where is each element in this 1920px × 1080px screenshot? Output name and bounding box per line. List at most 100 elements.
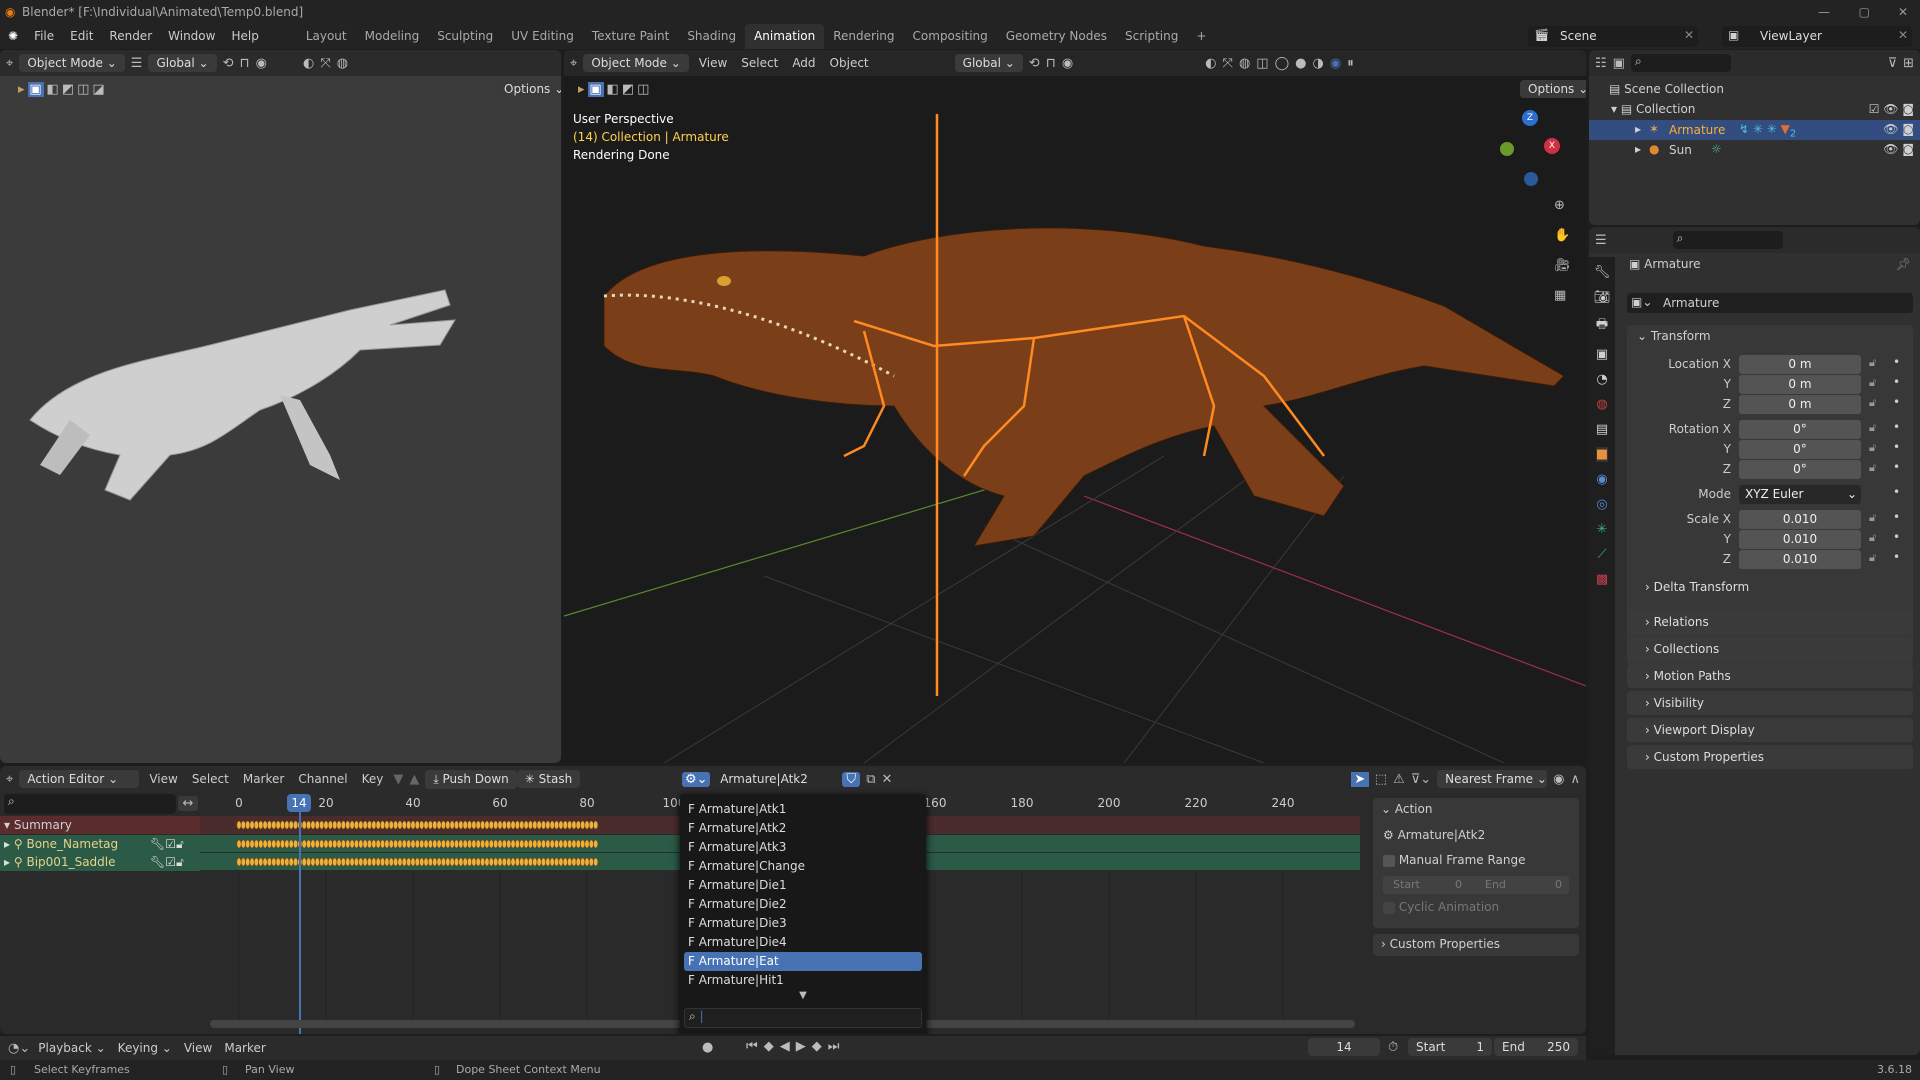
action-list-item[interactable]: F Armature|Die1 [684, 876, 922, 895]
expand-icon[interactable]: ▾ [1611, 102, 1617, 116]
keyframe-dot-icon[interactable]: • [1893, 550, 1900, 564]
tab-texture-paint[interactable]: Texture Paint [583, 24, 678, 49]
xray-icon[interactable]: ◫ [1256, 56, 1268, 71]
lock-icon[interactable]: 🔓︎ [1869, 511, 1876, 525]
rotation-x-field[interactable]: 0° [1739, 420, 1861, 439]
action-list-item[interactable]: F Armature|Atk2 [684, 819, 922, 838]
layer-down-icon[interactable]: ▼ [393, 772, 403, 787]
gizmo-x-axis[interactable]: X [1544, 138, 1560, 154]
timeline-editor-type-icon[interactable]: ◔⌄ [8, 1041, 30, 1056]
editor-type-icon[interactable]: ⌖ [6, 56, 13, 71]
tab-animation[interactable]: Animation [745, 24, 825, 49]
action-list-item[interactable]: F Armature|Die3 [684, 914, 922, 933]
action-list-item[interactable]: F Armature|Atk3 [684, 838, 922, 857]
tab-rendering[interactable]: Rendering [824, 24, 903, 49]
tab-uv-editing[interactable]: UV Editing [502, 24, 583, 49]
wireframe-shading-icon[interactable]: ◯ [1275, 56, 1290, 71]
gizmo-y-axis[interactable] [1500, 142, 1514, 156]
left-object-mode-dropdown[interactable]: Object Mode ⌄ [19, 54, 125, 72]
play-icon[interactable]: ▶ [796, 1039, 806, 1054]
pivot-icon[interactable]: ⟲ [223, 56, 234, 71]
keyframe-dot-icon[interactable]: • [1893, 530, 1900, 544]
minimize-icon[interactable]: — [1818, 0, 1830, 24]
menu-view[interactable]: View [145, 772, 181, 786]
keyframe-dot-icon[interactable]: • [1893, 375, 1900, 389]
menu-help[interactable]: Help [223, 24, 266, 49]
outliner-search-input[interactable]: ⌕ [1630, 54, 1731, 72]
menu-view[interactable]: View [180, 1041, 216, 1055]
view-layer-filter-icon[interactable]: ▣ [1613, 56, 1625, 71]
menu-marker[interactable]: Marker [220, 1041, 269, 1055]
snap-mode-dropdown[interactable]: Nearest Frame ⌄ [1437, 770, 1548, 788]
close-icon[interactable]: ✕ [1898, 0, 1908, 24]
range-end-field[interactable]: 0 [1555, 876, 1562, 894]
play-reverse-icon[interactable]: ◀ [780, 1039, 790, 1054]
manual-frame-range-checkbox[interactable]: Manual Frame Range [1383, 853, 1525, 867]
scene-close-icon[interactable]: ✕ [1684, 28, 1694, 42]
filter-icon[interactable]: ⊽⌄ [1411, 772, 1431, 787]
zoom-icon[interactable]: ⊕ [1554, 198, 1565, 213]
gizmo-neg-z-axis[interactable] [1524, 172, 1538, 186]
tab-compositing[interactable]: Compositing [904, 24, 997, 49]
action-list-item[interactable]: F Armature|Hit1 [684, 971, 922, 990]
next-keyframe-icon[interactable]: ◆ [812, 1039, 822, 1054]
gizmo-icon[interactable]: ⤧ [1223, 56, 1233, 71]
gizmo-z-axis[interactable]: Z [1522, 110, 1538, 126]
custom-properties-panel[interactable]: › Custom Properties [1627, 745, 1913, 769]
rotation-z-field[interactable]: 0° [1739, 460, 1861, 479]
expand-icon[interactable]: ▸ [1635, 122, 1641, 136]
stopwatch-icon[interactable]: ⏱ [1388, 1040, 1398, 1055]
overlay-icon[interactable]: ◍ [337, 56, 348, 71]
lock-icon[interactable]: 🔓︎ [1869, 551, 1876, 565]
lock-icon[interactable]: 🔓︎ [1869, 531, 1876, 545]
falloff-icon[interactable]: ∧ [1570, 772, 1580, 787]
location-y-field[interactable]: 0 m [1739, 375, 1861, 394]
view-layer-close-icon[interactable]: ✕ [1898, 28, 1908, 42]
left-orientation-dropdown[interactable]: Global ⌄ [148, 54, 217, 72]
outliner-item-armature[interactable]: ▸ ✶ Armature ↯ ✳ ✳ ▼2 👁︎ ◙ [1589, 120, 1920, 140]
armature-toggles[interactable]: 👁︎ ◙ [1883, 122, 1914, 136]
action-panel-header[interactable]: ⌄ Action [1373, 798, 1579, 820]
sun-data-icon[interactable]: ☼ [1711, 142, 1722, 156]
new-collection-icon[interactable]: ⊞ [1903, 56, 1914, 71]
pin-icon[interactable]: 📌︎ [1896, 257, 1911, 271]
proportional-icon[interactable]: ◉ [1062, 56, 1073, 71]
proportional-icon[interactable]: ◉ [256, 56, 267, 71]
visibility-icon[interactable]: ◐ [1205, 56, 1216, 71]
editor-mode-dropdown[interactable]: Action Editor ⌄ [19, 770, 140, 788]
editor-type-icon[interactable]: ⌖ [6, 772, 13, 787]
snap-icon[interactable]: ⊓ [240, 56, 250, 71]
left-options-button[interactable]: Options ⌄ [496, 80, 561, 98]
render-tab-icon[interactable]: 📷︎ [1594, 290, 1611, 305]
outliner-item-sun[interactable]: ▸ ● Sun ☼ 👁︎ ◙ [1589, 140, 1920, 160]
scene-selector[interactable]: 🎬︎ Scene ✕ [1528, 26, 1698, 47]
menu-keying[interactable]: Keying ⌄ [114, 1041, 176, 1055]
ortho-grid-icon[interactable]: ▦ [1554, 288, 1566, 303]
menu-marker[interactable]: Marker [239, 772, 288, 786]
jump-end-icon[interactable]: ⏭ [828, 1039, 840, 1054]
select-intersect-icon[interactable]: ◪ [92, 82, 104, 97]
main-orientation-dropdown[interactable]: Global ⌄ [954, 54, 1023, 72]
rotation-mode-dropdown[interactable]: XYZ Euler ⌄ [1739, 485, 1861, 504]
playhead-line[interactable] [299, 794, 301, 1034]
filter-icon[interactable]: ⊽ [1888, 56, 1898, 71]
record-icon[interactable]: ● [702, 1040, 713, 1055]
menu-key[interactable]: Key [358, 772, 388, 786]
navigation-gizmo[interactable]: Z X [1494, 110, 1574, 190]
view-layer-selector[interactable]: ▣ ViewLayer ✕ [1722, 26, 1912, 47]
tab-layout[interactable]: Layout [297, 24, 356, 49]
rendered-shading-icon[interactable]: ◉ [1330, 56, 1341, 71]
lock-icon[interactable]: 🔓︎ [1869, 356, 1876, 370]
keyframe-dot-icon[interactable]: • [1893, 440, 1900, 454]
tab-shading[interactable]: Shading [678, 24, 745, 49]
material-shading-icon[interactable]: ◑ [1313, 56, 1324, 71]
prev-keyframe-icon[interactable]: ◆ [764, 1039, 774, 1054]
collections-panel[interactable]: › Collections [1627, 637, 1913, 661]
menu-add[interactable]: Add [788, 56, 819, 70]
action-list-item[interactable]: F Armature|Die4 [684, 933, 922, 952]
select-extend-icon[interactable]: ◧ [47, 82, 59, 97]
object-type-dropdown-icon[interactable]: ▣⌄ [1631, 295, 1652, 309]
select-new-icon[interactable]: ▣ [27, 82, 44, 97]
menu-object[interactable]: Object [826, 56, 873, 70]
select-tool-icon[interactable]: ▸ [18, 82, 25, 97]
